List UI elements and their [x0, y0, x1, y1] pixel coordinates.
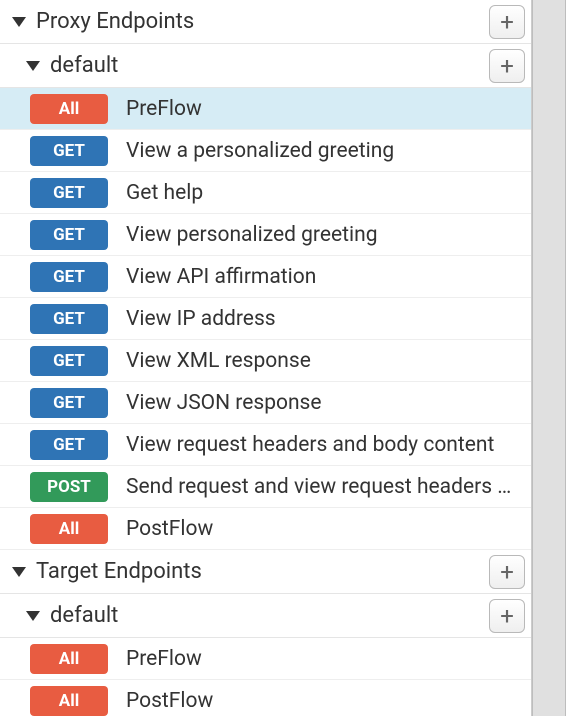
flow-row[interactable]: GET View XML response — [0, 340, 531, 382]
method-badge: GET — [30, 304, 108, 334]
flow-row[interactable]: All PreFlow — [0, 88, 531, 130]
flow-row[interactable]: GET Get help — [0, 172, 531, 214]
add-target-endpoint-button[interactable]: + — [489, 555, 525, 589]
flow-row[interactable]: All PostFlow — [0, 508, 531, 550]
plus-icon: + — [500, 604, 514, 628]
flow-row[interactable]: All PostFlow — [0, 680, 531, 716]
section-title: Proxy Endpoints — [36, 9, 489, 34]
method-badge: All — [30, 644, 108, 674]
vertical-scrollbar[interactable] — [532, 0, 566, 716]
method-badge: POST — [30, 472, 108, 502]
flow-row[interactable]: GET View JSON response — [0, 382, 531, 424]
chevron-down-icon — [26, 61, 40, 71]
chevron-down-icon — [26, 611, 40, 621]
flow-label: PostFlow — [126, 517, 521, 541]
flow-label: View IP address — [126, 307, 521, 331]
flow-row[interactable]: GET View a personalized greeting — [0, 130, 531, 172]
method-badge: GET — [30, 136, 108, 166]
section-title: Target Endpoints — [36, 559, 489, 584]
flow-label: PreFlow — [126, 97, 521, 121]
flow-label: PreFlow — [126, 647, 521, 671]
group-title: default — [50, 603, 489, 628]
endpoint-group-target-default[interactable]: default + — [0, 594, 531, 638]
add-flow-button[interactable]: + — [489, 599, 525, 633]
flow-label: View API affirmation — [126, 265, 521, 289]
flow-label: PostFlow — [126, 689, 521, 713]
method-badge: GET — [30, 178, 108, 208]
method-badge: GET — [30, 388, 108, 418]
chevron-down-icon — [12, 17, 26, 27]
method-badge: GET — [30, 262, 108, 292]
add-proxy-endpoint-button[interactable]: + — [489, 5, 525, 39]
method-badge: GET — [30, 346, 108, 376]
flow-row[interactable]: GET View request headers and body conten… — [0, 424, 531, 466]
flow-label: View request headers and body content — [126, 433, 521, 457]
flow-label: View personalized greeting — [126, 223, 521, 247]
method-badge: GET — [30, 220, 108, 250]
method-badge: All — [30, 686, 108, 716]
plus-icon: + — [500, 10, 514, 34]
section-header-proxy-endpoints[interactable]: Proxy Endpoints + — [0, 0, 531, 44]
navigator-panel: Proxy Endpoints + default + All PreFlow … — [0, 0, 532, 716]
chevron-down-icon — [12, 567, 26, 577]
flow-row[interactable]: GET View IP address — [0, 298, 531, 340]
endpoint-group-proxy-default[interactable]: default + — [0, 44, 531, 88]
flow-row[interactable]: POST Send request and view request heade… — [0, 466, 531, 508]
flow-label: View JSON response — [126, 391, 521, 415]
flow-label: Send request and view request headers an… — [126, 475, 521, 499]
add-flow-button[interactable]: + — [489, 49, 525, 83]
method-badge: All — [30, 514, 108, 544]
flow-label: View XML response — [126, 349, 521, 373]
flow-label: View a personalized greeting — [126, 139, 521, 163]
plus-icon: + — [500, 54, 514, 78]
method-badge: All — [30, 94, 108, 124]
section-header-target-endpoints[interactable]: Target Endpoints + — [0, 550, 531, 594]
group-title: default — [50, 53, 489, 78]
method-badge: GET — [30, 430, 108, 460]
plus-icon: + — [500, 560, 514, 584]
flow-row[interactable]: GET View API affirmation — [0, 256, 531, 298]
flow-label: Get help — [126, 181, 521, 205]
flow-row[interactable]: All PreFlow — [0, 638, 531, 680]
flow-row[interactable]: GET View personalized greeting — [0, 214, 531, 256]
